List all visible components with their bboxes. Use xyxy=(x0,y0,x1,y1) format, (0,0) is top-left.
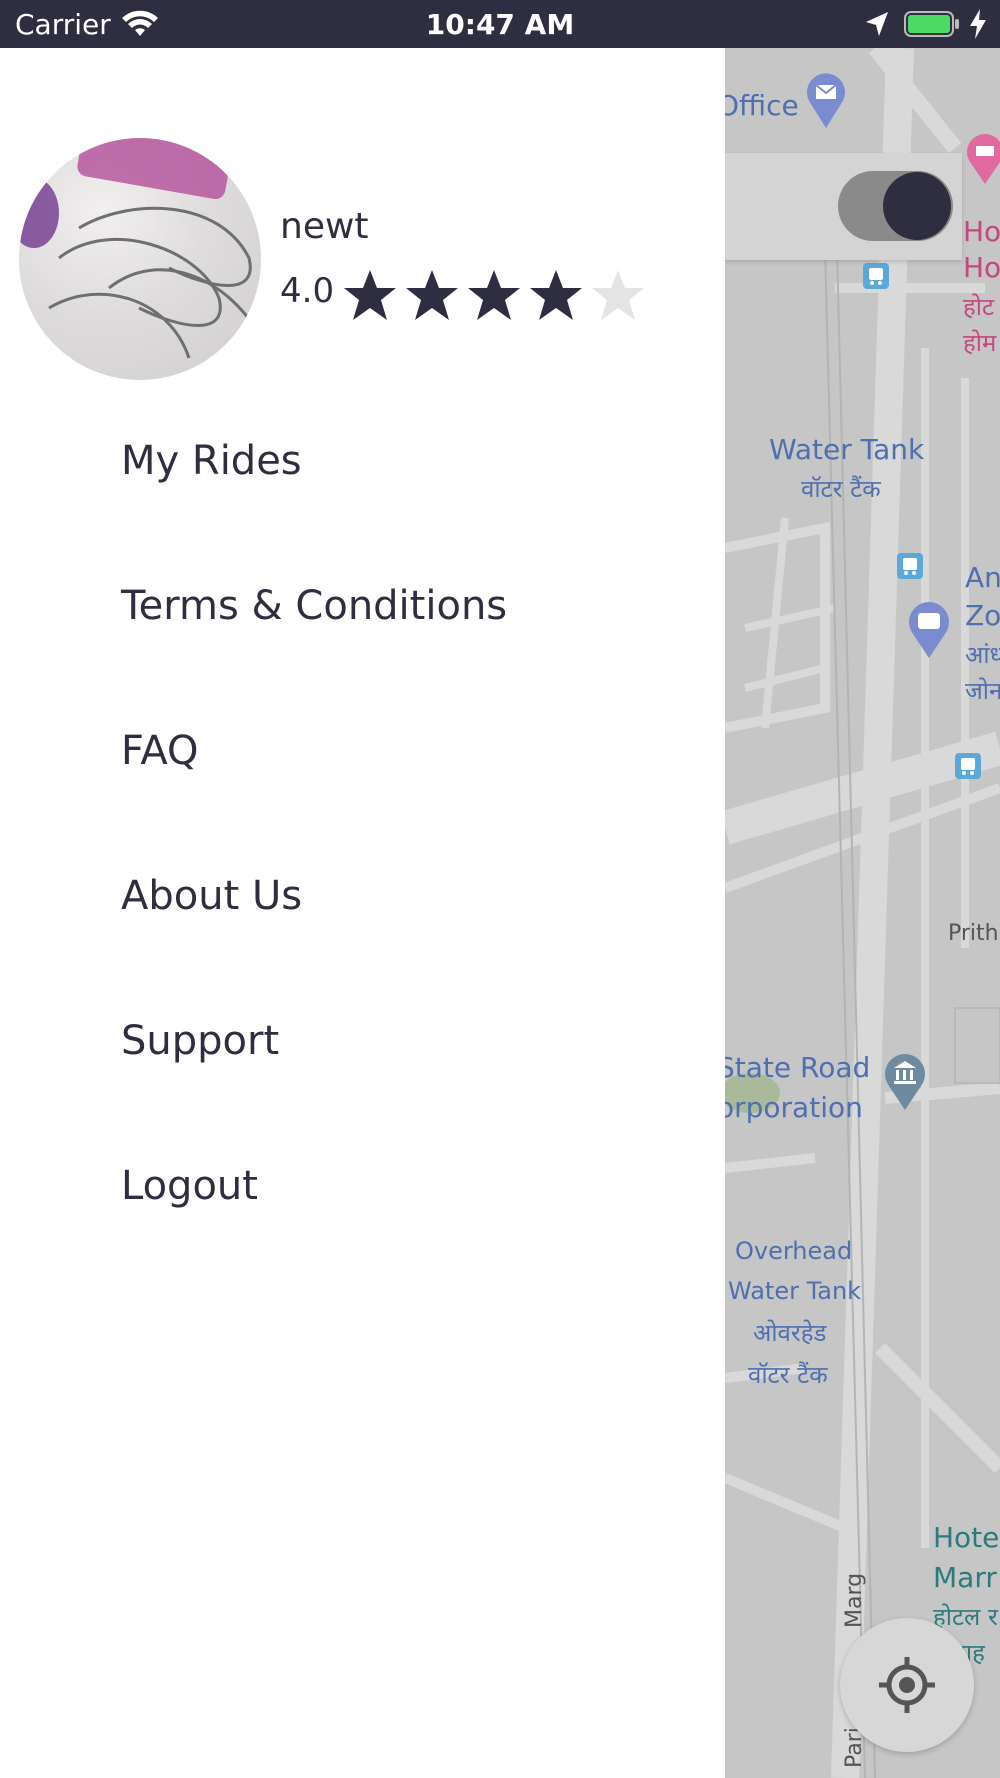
locate-me-button[interactable] xyxy=(840,1618,974,1752)
star-filled-icon xyxy=(406,270,458,320)
map-label-state-road-1: State Road xyxy=(725,1051,871,1084)
museum-pin-icon xyxy=(885,1054,925,1110)
map-label-prith: Prith xyxy=(948,921,999,946)
mail-pin-icon xyxy=(807,73,845,128)
menu-item-logout[interactable]: Logout xyxy=(121,1163,258,1209)
bus-stop-icon xyxy=(955,753,981,779)
map-label-road-marg: Marg xyxy=(842,1572,867,1628)
status-bar: Carrier 10:47 AM xyxy=(0,0,1000,48)
clock: 10:47 AM xyxy=(425,8,575,41)
map-label-hotel-2: Marr xyxy=(933,1561,997,1594)
star-filled-icon xyxy=(468,270,520,320)
map-label-overhead-hi-2: वॉटर टैंक xyxy=(748,1361,828,1389)
map-label-ho-2: Ho xyxy=(963,251,1000,284)
menu-item-terms-conditions[interactable]: Terms & Conditions xyxy=(121,583,507,629)
charging-icon xyxy=(970,9,986,39)
bus-stop-icon xyxy=(863,263,889,289)
user-name: newt xyxy=(280,206,369,247)
map-roads xyxy=(725,48,1000,1778)
map-label-water-tank-hi: वॉटर टैंक xyxy=(801,475,881,503)
crosshair-icon xyxy=(879,1657,935,1713)
map-label-overhead-2: Water Tank xyxy=(728,1277,862,1305)
map-label-zo: Zo xyxy=(965,599,1000,632)
map-label-ho-hi-2: होम xyxy=(963,329,997,357)
star-filled-icon xyxy=(530,270,582,320)
map-label-water-tank: Water Tank xyxy=(769,433,925,466)
side-drawer: newt 4.0 My Rides Terms & Conditions FAQ… xyxy=(0,48,725,1778)
menu-item-my-rides[interactable]: My Rides xyxy=(121,438,302,484)
availability-toggle[interactable] xyxy=(838,171,953,241)
map-label-office: Office xyxy=(725,89,799,122)
map-label-hotel-1: Hote xyxy=(933,1521,1000,1554)
rating-stars xyxy=(342,268,652,324)
avatar[interactable] xyxy=(19,138,261,380)
location-arrow-icon xyxy=(866,12,888,36)
star-empty-icon xyxy=(592,270,644,320)
map-view[interactable]: Office Ho Ho होट होम Water Tank वॉटर टैं… xyxy=(725,48,1000,1778)
map-label-ho-1: Ho xyxy=(963,215,1000,248)
toggle-knob xyxy=(883,172,951,240)
zoo-pin-icon xyxy=(909,602,949,658)
menu-item-faq[interactable]: FAQ xyxy=(121,728,198,774)
rating-value: 4.0 xyxy=(280,271,335,311)
bus-stop-icon xyxy=(897,553,923,579)
battery-icon xyxy=(904,11,959,37)
availability-card xyxy=(725,153,962,260)
map-label-ho-hi-1: होट xyxy=(963,293,995,321)
map-label-an: An xyxy=(965,561,1000,594)
hotel-pin-icon xyxy=(967,134,1000,184)
map-label-zo-hi: जोन xyxy=(965,677,1000,705)
star-filled-icon xyxy=(344,270,396,320)
menu-item-about-us[interactable]: About Us xyxy=(121,873,302,919)
map-label-overhead-hi-1: ओवरहेड xyxy=(753,1319,827,1347)
menu-item-support[interactable]: Support xyxy=(121,1018,279,1064)
avatar-photo-cables xyxy=(48,206,261,359)
map-label-an-hi: आंध् xyxy=(965,641,1000,669)
map-label-overhead-1: Overhead xyxy=(735,1237,853,1265)
map-label-state-road-2: orporation xyxy=(725,1091,863,1124)
